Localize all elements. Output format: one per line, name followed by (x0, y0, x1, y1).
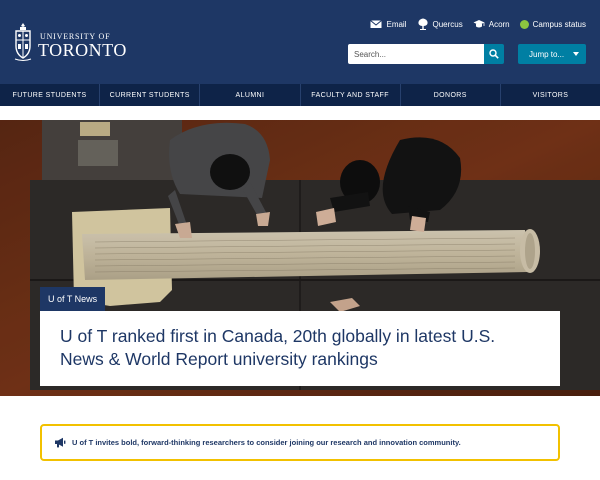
news-category-tag[interactable]: U of T News (40, 287, 106, 311)
university-logo[interactable]: UNIVERSITY OF TORONTO (14, 22, 144, 66)
nav-donors[interactable]: DONORS (401, 84, 501, 106)
notice-text: U of T invites bold, forward-thinking re… (72, 438, 461, 447)
utility-links: Email Quercus Acorn Campus status (370, 18, 586, 30)
caret-down-icon (573, 52, 579, 56)
headline-card: U of T ranked first in Canada, 20th glob… (40, 311, 560, 386)
email-link-label: Email (386, 19, 407, 29)
site-header: UNIVERSITY OF TORONTO Email Quercus Acor… (0, 0, 600, 84)
graduation-cap-icon (473, 20, 485, 28)
nav-current-students[interactable]: CURRENT STUDENTS (100, 84, 201, 106)
search-icon (489, 49, 499, 59)
jump-to-dropdown[interactable]: Jump to... (518, 44, 586, 64)
crest-icon (14, 23, 32, 61)
acorn-link[interactable]: Acorn (473, 18, 510, 30)
search-button[interactable] (484, 44, 504, 64)
research-notice[interactable]: U of T invites bold, forward-thinking re… (40, 424, 560, 461)
nav-alumni[interactable]: ALUMNI (200, 84, 301, 106)
jump-to-label: Jump to... (529, 49, 565, 59)
nav-faculty-and-staff[interactable]: FACULTY AND STAFF (301, 84, 401, 106)
campus-status-link[interactable]: Campus status (519, 19, 586, 29)
status-dot-icon (519, 19, 529, 29)
logo-text-main: TORONTO (38, 40, 127, 60)
hero-headline-link[interactable]: U of T ranked first in Canada, 20th glob… (60, 325, 540, 371)
search-input[interactable] (348, 44, 484, 64)
email-link[interactable]: Email (370, 18, 407, 30)
envelope-icon (370, 20, 383, 28)
campus-status-label: Campus status (532, 19, 586, 29)
nav-future-students[interactable]: FUTURE STUDENTS (0, 84, 101, 106)
main-nav: FUTURE STUDENTS CURRENT STUDENTS ALUMNI … (0, 84, 600, 106)
quercus-link-label: Quercus (432, 19, 463, 29)
megaphone-icon (55, 437, 66, 448)
nav-visitors[interactable]: VISITORS (501, 84, 600, 106)
quercus-link[interactable]: Quercus (417, 18, 463, 30)
acorn-link-label: Acorn (488, 19, 510, 29)
quercus-icon (417, 18, 428, 30)
